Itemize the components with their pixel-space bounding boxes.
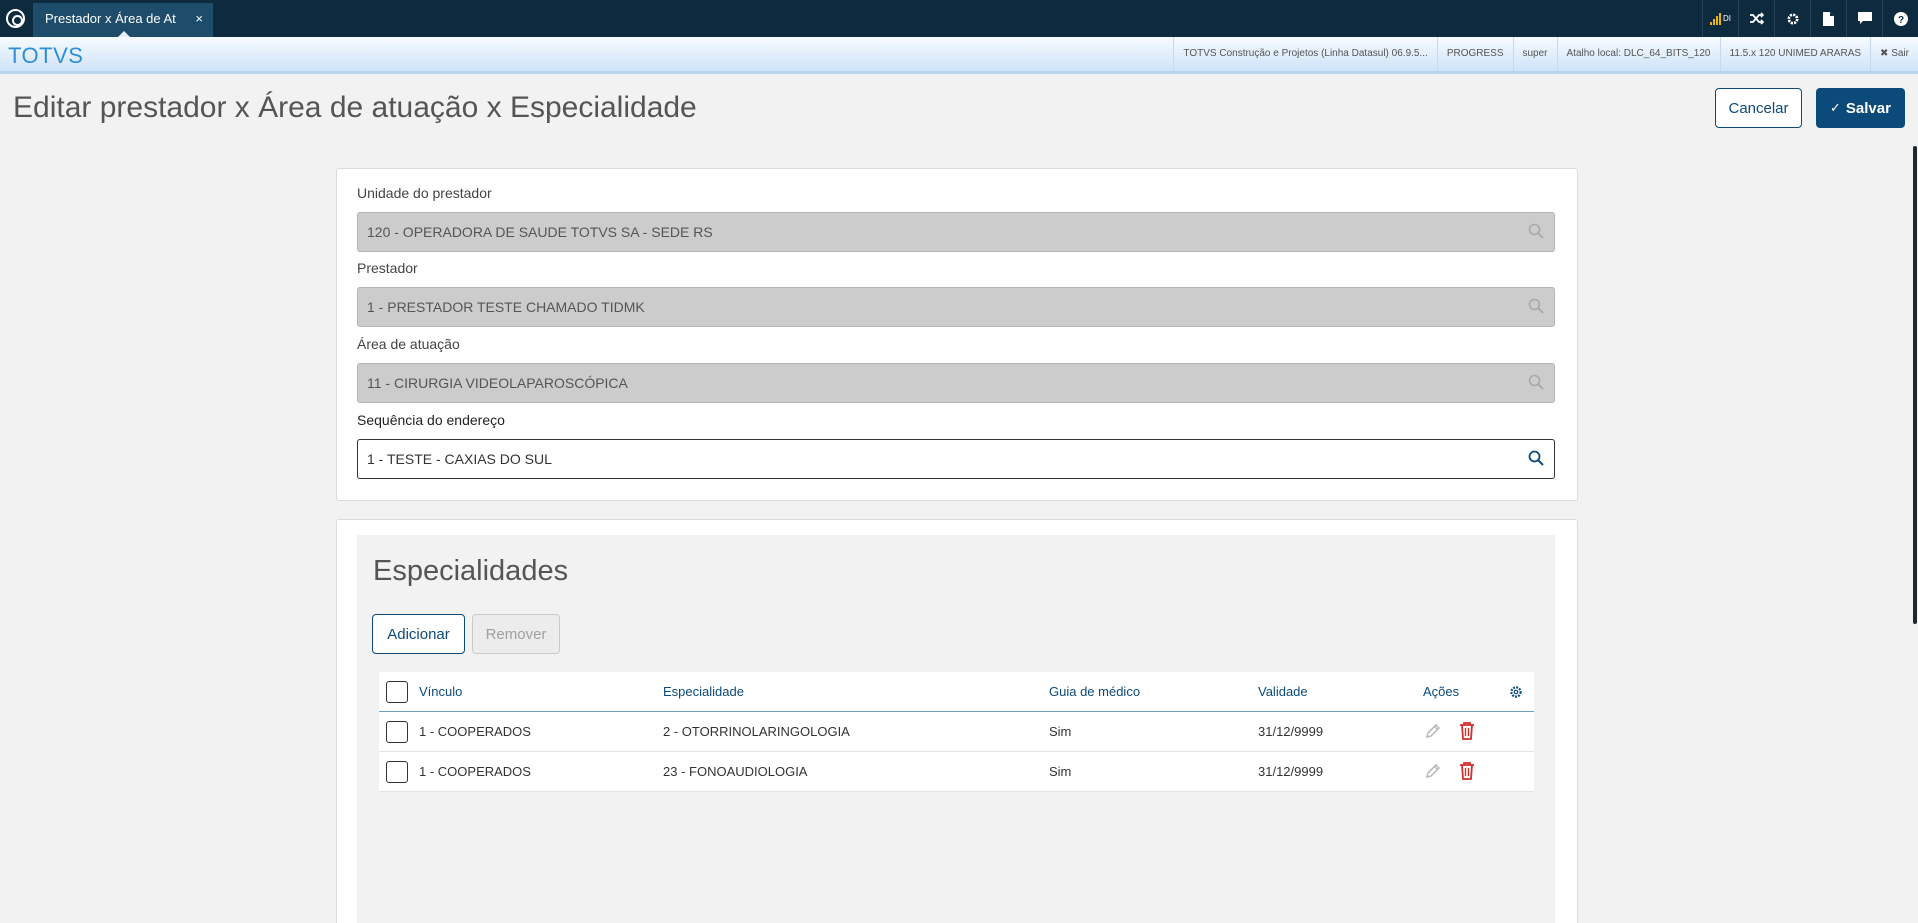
column-settings-gear-icon[interactable]: [1509, 685, 1523, 699]
sequencia-input[interactable]: 1 - TESTE - CAXIAS DO SUL: [357, 439, 1555, 479]
row-checkbox[interactable]: [386, 721, 408, 743]
search-icon: [1528, 298, 1544, 314]
meta-product: TOTVS Construção e Projetos (Linha Datas…: [1173, 37, 1436, 71]
row-checkbox[interactable]: [386, 761, 408, 783]
brand-logo: TOTVS: [8, 43, 84, 68]
col-guia[interactable]: Guia de médico: [1049, 672, 1140, 712]
edit-pencil-icon[interactable]: [1424, 762, 1442, 780]
unidade-label: Unidade do prestador: [357, 185, 492, 201]
topbar-actions: DI ?: [1702, 0, 1918, 37]
meta-database: PROGRESS: [1436, 37, 1513, 71]
cell-guia: Sim: [1049, 724, 1072, 739]
area-value: 11 - CIRURGIA VIDEOLAPAROSCÓPICA: [367, 375, 628, 391]
especialidades-card: Especialidades Adicionar Remover Vínculo…: [336, 519, 1578, 923]
prestador-field: 1 - PRESTADOR TESTE CHAMADO TIDMK: [357, 287, 1555, 327]
cell-guia: Sim: [1049, 764, 1072, 779]
sequencia-value: 1 - TESTE - CAXIAS DO SUL: [367, 451, 552, 467]
add-especialidade-button[interactable]: Adicionar: [372, 614, 465, 654]
especialidades-title: Especialidades: [373, 555, 569, 587]
prestador-value: 1 - PRESTADOR TESTE CHAMADO TIDMK: [367, 299, 645, 315]
edit-pencil-icon[interactable]: [1424, 722, 1442, 740]
tab-title: Prestador x Área de At: [45, 11, 176, 26]
tab-close-icon[interactable]: ×: [195, 3, 203, 35]
meta-user: super: [1512, 37, 1557, 71]
logout-link[interactable]: ✖ Sair: [1870, 37, 1918, 71]
svg-text:?: ?: [1897, 15, 1903, 26]
remove-especialidade-button[interactable]: Remover: [472, 614, 560, 654]
table-header: Vínculo Especialidade Guia de médico Val…: [379, 672, 1534, 712]
table-row: 1 - COOPERADOS 2 - OTORRINOLARINGOLOGIA …: [379, 712, 1534, 752]
col-validade[interactable]: Validade: [1258, 672, 1308, 712]
save-button[interactable]: ✓ Salvar: [1816, 88, 1905, 128]
meta-shortcut: Atalho local: DLC_64_BITS_120: [1556, 37, 1720, 71]
cell-validade: 31/12/9999: [1258, 764, 1324, 779]
prestador-form-card: Unidade do prestador 120 - OPERADORA DE …: [336, 168, 1578, 501]
delete-trash-icon[interactable]: [1458, 761, 1476, 781]
area-field: 11 - CIRURGIA VIDEOLAPAROSCÓPICA: [357, 363, 1555, 403]
search-icon: [1528, 223, 1544, 239]
totvs-logo-icon[interactable]: [6, 9, 25, 28]
area-label: Área de atuação: [357, 336, 460, 352]
app-header: TOTVS TOTVS Construção e Projetos (Linha…: [0, 37, 1918, 74]
chat-icon[interactable]: [1846, 0, 1882, 37]
sequencia-label: Sequência do endereço: [357, 412, 505, 428]
gear-icon[interactable]: [1774, 0, 1810, 37]
page-scrollbar-thumb[interactable]: [1913, 146, 1917, 624]
table-row: 1 - COOPERADOS 23 - FONOAUDIOLOGIA Sim 3…: [379, 752, 1534, 792]
meta-version: 11.5.x 120 UNIMED ARARAS: [1719, 37, 1871, 71]
unidade-value: 120 - OPERADORA DE SAUDE TOTVS SA - SEDE…: [367, 224, 713, 240]
cell-vinculo: 1 - COOPERADOS: [419, 724, 531, 739]
document-icon[interactable]: [1810, 0, 1846, 37]
page-title: Editar prestador x Área de atuação x Esp…: [13, 91, 697, 124]
select-all-checkbox[interactable]: [386, 681, 408, 703]
col-vinculo[interactable]: Vínculo: [419, 672, 462, 712]
help-icon[interactable]: ?: [1882, 0, 1918, 37]
check-icon: ✓: [1830, 100, 1841, 115]
shuffle-icon[interactable]: [1738, 0, 1774, 37]
cell-validade: 31/12/9999: [1258, 724, 1324, 739]
cancel-button[interactable]: Cancelar: [1715, 88, 1802, 128]
search-icon: [1528, 374, 1544, 390]
delete-trash-icon[interactable]: [1458, 721, 1476, 741]
prestador-label: Prestador: [357, 260, 418, 276]
cell-vinculo: 1 - COOPERADOS: [419, 764, 531, 779]
cell-especialidade: 2 - OTORRINOLARINGOLOGIA: [663, 724, 850, 739]
connection-signal-icon[interactable]: DI: [1702, 0, 1738, 37]
unidade-field: 120 - OPERADORA DE SAUDE TOTVS SA - SEDE…: [357, 212, 1555, 252]
especialidades-section: Especialidades Adicionar Remover Vínculo…: [357, 535, 1555, 923]
cell-especialidade: 23 - FONOAUDIOLOGIA: [663, 764, 808, 779]
search-icon[interactable]: [1528, 450, 1544, 466]
save-label: Salvar: [1845, 99, 1891, 117]
top-tab-bar: Prestador x Área de At × DI ?: [0, 0, 1918, 37]
session-info: TOTVS Construção e Projetos (Linha Datas…: [1173, 37, 1918, 71]
col-especialidade[interactable]: Especialidade: [663, 672, 744, 712]
especialidades-table: Vínculo Especialidade Guia de médico Val…: [379, 672, 1534, 792]
col-acoes: Ações: [1423, 684, 1460, 699]
